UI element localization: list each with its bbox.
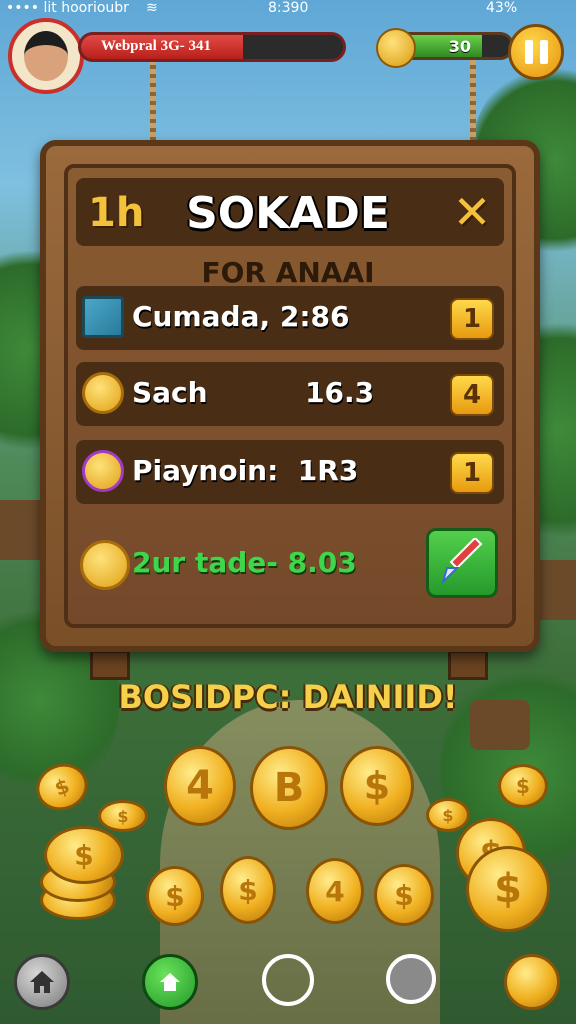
carrier-text: •••• lit hoorioubr (6, 0, 129, 16)
count-badge[interactable]: 1 (450, 452, 494, 494)
battery-text: 43% (486, 0, 518, 16)
player-name: Webpral 3G- 341 (101, 38, 212, 54)
bonus-banner: BOSIDPC: DAINIID! (118, 678, 458, 716)
board-subtitle: FOR ANAAI (201, 256, 375, 289)
acorn-coin-icon (376, 28, 416, 68)
nav-circle-grey-button[interactable] (386, 954, 436, 1004)
pencil-note-icon (82, 296, 124, 338)
list-item[interactable]: Sach 16.3 4 (76, 362, 504, 426)
coin-icon (80, 540, 130, 590)
close-button[interactable]: ✕ (448, 188, 496, 236)
trade-rate-label: 2ur tade- 8.03 (132, 546, 357, 579)
health-bar: Webpral 3G- 341 (78, 32, 346, 62)
coin-icon (82, 372, 124, 414)
purple-coin-icon (82, 450, 124, 492)
row-label: Sach 16.3 (132, 376, 375, 409)
status-bar: •••• lit hoorioubr ≋ 8:390 43% (0, 0, 576, 18)
count-badge[interactable]: 1 (450, 298, 494, 340)
time-text: 8:390 (268, 0, 309, 16)
nav-circle-white-button[interactable] (262, 954, 314, 1006)
wifi-icon: ≋ (146, 0, 158, 16)
row-label: Piaynoin: 1R3 (132, 454, 359, 487)
energy-value: 30 (448, 37, 471, 56)
list-item[interactable]: Piaynoin: 1R3 1 (76, 440, 504, 504)
trade-button[interactable] (426, 528, 498, 598)
coins-button[interactable] (504, 954, 560, 1010)
count-badge[interactable]: 4 (450, 374, 494, 416)
house-green-icon (160, 973, 180, 991)
row-label: Cumada, 2:86 (132, 300, 350, 333)
pause-button[interactable] (508, 24, 564, 80)
arrow-pencil-icon (440, 538, 483, 586)
home-button[interactable] (14, 954, 70, 1010)
list-item[interactable]: Cumada, 2:86 1 (76, 286, 504, 350)
pause-icon (524, 40, 533, 64)
player-avatar[interactable] (8, 18, 84, 94)
base-button[interactable] (142, 954, 198, 1010)
home-icon (30, 971, 54, 993)
